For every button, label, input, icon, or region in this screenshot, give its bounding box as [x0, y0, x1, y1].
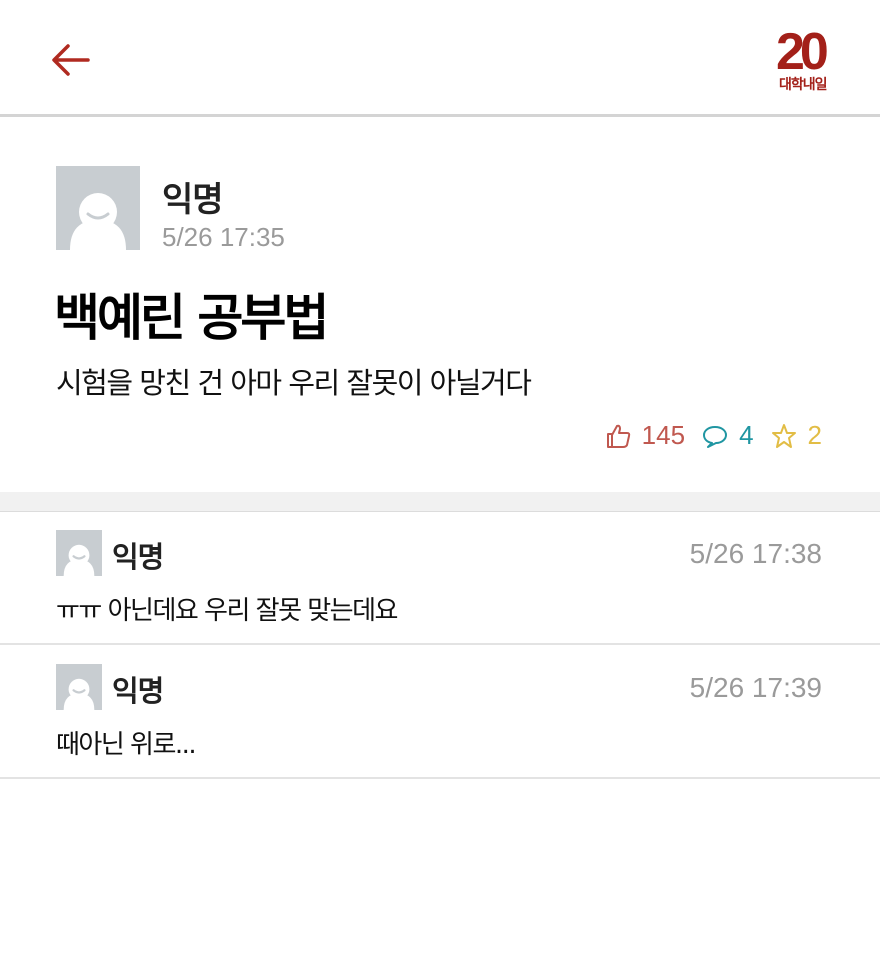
anonymous-avatar-icon: [56, 664, 102, 710]
comment-author: 익명: [112, 540, 164, 574]
avatar: [56, 166, 140, 250]
anonymous-avatar-icon: [56, 530, 102, 576]
speech-bubble-icon: [703, 425, 728, 448]
post-author: 익명: [162, 180, 224, 220]
comment-count: 4: [739, 420, 754, 450]
avatar: [56, 664, 102, 710]
like-count: 145: [641, 420, 686, 450]
post-timestamp: 5/26 17:35: [162, 222, 285, 252]
avatar: [56, 530, 102, 576]
post-title: 백예린 공부법: [54, 289, 329, 347]
like-button[interactable]: 145: [604, 420, 685, 451]
app-logo[interactable]: 20 대학내일: [776, 26, 842, 100]
comment-author: 익명: [112, 674, 164, 708]
post: 익명 5/26 17:35 백예린 공부법 시험을 망친 건 아마 우리 잘못이…: [0, 120, 880, 492]
comment-item[interactable]: 익명 5/26 17:38 ㅠㅠ 아닌데요 우리 잘못 맞는데요: [0, 512, 880, 645]
scrap-button[interactable]: 2: [770, 420, 822, 451]
anonymous-avatar-icon: [56, 166, 140, 250]
star-icon: [771, 423, 796, 448]
logo-text: 대학내일: [779, 77, 828, 93]
comment-count-button[interactable]: 4: [701, 420, 754, 451]
post-body: 시험을 망친 건 아마 우리 잘못이 아닐거다: [56, 366, 532, 400]
comment-body: 때아닌 위로...: [56, 730, 197, 760]
thumbs-up-icon: [606, 424, 630, 448]
comment-item[interactable]: 익명 5/26 17:39 때아닌 위로...: [0, 646, 880, 779]
comment-timestamp: 5/26 17:38: [689, 538, 822, 569]
section-divider: [0, 492, 880, 512]
logo-number: 20: [776, 23, 829, 81]
top-bar: 20 대학내일: [0, 0, 880, 117]
comment-timestamp: 5/26 17:39: [689, 672, 822, 703]
back-button[interactable]: [48, 36, 96, 84]
comment-body: ㅠㅠ 아닌데요 우리 잘못 맞는데요: [56, 596, 398, 626]
post-stats: 145 4 2: [588, 420, 822, 451]
scrap-count: 2: [807, 420, 822, 450]
arrow-left-icon: [52, 44, 90, 76]
